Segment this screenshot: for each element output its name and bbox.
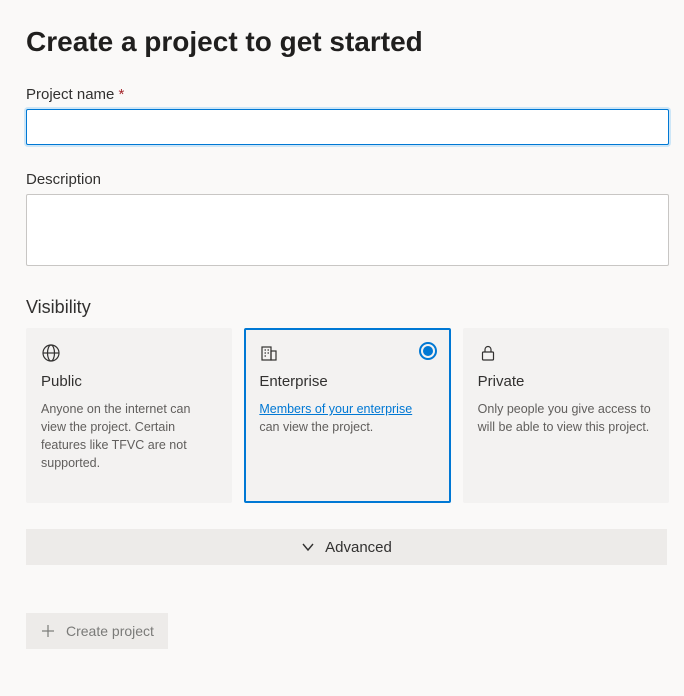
visibility-section: Visibility Public Anyone on the internet… <box>26 297 658 503</box>
description-input[interactable] <box>26 194 669 266</box>
card-title-public: Public <box>41 373 217 390</box>
card-title-private: Private <box>478 373 654 390</box>
radio-selected-icon <box>419 342 437 360</box>
project-name-section: Project name * <box>26 86 658 145</box>
visibility-cards: Public Anyone on the internet can view t… <box>26 328 669 503</box>
project-name-label-text: Project name <box>26 86 114 103</box>
page-title: Create a project to get started <box>26 26 658 58</box>
visibility-card-public[interactable]: Public Anyone on the internet can view t… <box>26 328 232 503</box>
card-desc-enterprise: Members of your enterprise can view the … <box>259 400 435 436</box>
card-desc-public: Anyone on the internet can view the proj… <box>41 400 217 473</box>
building-icon <box>259 343 279 363</box>
enterprise-members-link[interactable]: Members of your enterprise <box>259 402 412 416</box>
visibility-card-enterprise[interactable]: Enterprise Members of your enterprise ca… <box>244 328 450 503</box>
lock-icon <box>478 343 498 363</box>
create-button-row: Create project <box>26 613 658 649</box>
description-section: Description <box>26 171 658 271</box>
chevron-down-icon <box>301 540 315 554</box>
advanced-label: Advanced <box>325 539 392 556</box>
description-label: Description <box>26 171 658 188</box>
plus-icon <box>40 623 56 639</box>
visibility-label: Visibility <box>26 297 658 318</box>
create-project-label: Create project <box>66 623 154 639</box>
globe-icon <box>41 343 61 363</box>
project-name-label: Project name * <box>26 86 658 103</box>
advanced-toggle[interactable]: Advanced <box>26 529 667 565</box>
card-desc-private: Only people you give access to will be a… <box>478 400 654 436</box>
required-asterisk: * <box>119 86 125 103</box>
project-name-input[interactable] <box>26 109 669 145</box>
card-title-enterprise: Enterprise <box>259 373 435 390</box>
card-desc-enterprise-suffix: can view the project. <box>259 420 373 434</box>
create-project-button[interactable]: Create project <box>26 613 168 649</box>
visibility-card-private[interactable]: Private Only people you give access to w… <box>463 328 669 503</box>
